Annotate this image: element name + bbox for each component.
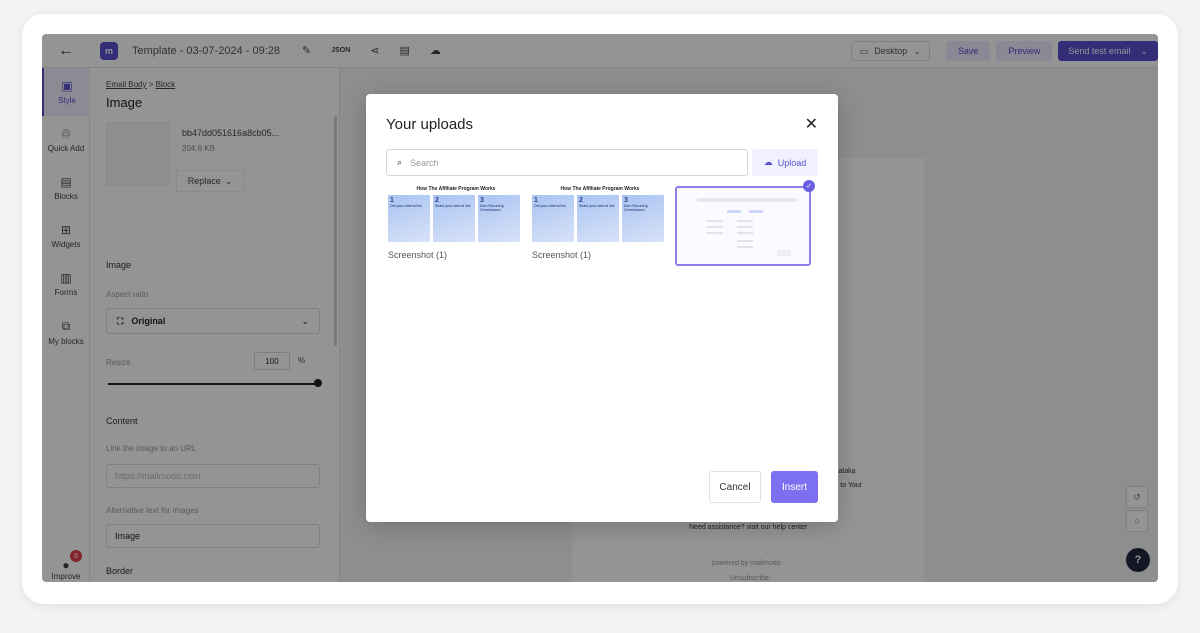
step-text: Earn Recurring Commissions — [624, 204, 648, 213]
step-card: 2 Share your referral link — [433, 195, 475, 242]
step-number: 1 — [534, 197, 538, 204]
thumbnail-cards: 1 Get your referral link 2 Share your refe… — [532, 195, 668, 242]
cancel-button[interactable]: Cancel — [709, 471, 761, 503]
step-text: Get your referral link — [534, 204, 566, 208]
upload-thumbnail[interactable]: How The Affiliate Program Works 1 Get you… — [532, 186, 668, 242]
step-text: Share your referral link — [579, 204, 615, 208]
step-text: Share your referral link — [435, 204, 471, 208]
thumbnail-heading: How The Affiliate Program Works — [560, 186, 640, 192]
step-number: 2 — [435, 197, 439, 204]
upload-button[interactable]: ☁ Upload — [752, 149, 818, 176]
checkmark-icon: ✓ — [803, 180, 815, 192]
step-number: 3 — [480, 197, 484, 204]
step-number: 3 — [624, 197, 628, 204]
step-card: 3 Earn Recurring Commissions — [622, 195, 664, 242]
step-card: 2 Share your referral link — [577, 195, 619, 242]
upload-thumbnail[interactable]: How The Affiliate Program Works 1 Get you… — [388, 186, 524, 242]
thumbnail-heading: How The Affiliate Program Works — [416, 186, 496, 192]
thumbnail-cards: 1 Get your referral link 2 Share your refe… — [388, 195, 524, 242]
step-number: 1 — [390, 197, 394, 204]
screenshot-preview — [697, 198, 797, 256]
upload-caption: Screenshot (1) — [532, 250, 592, 260]
search-field[interactable]: ⌕ — [386, 149, 748, 176]
step-text: Get your referral link — [390, 204, 422, 208]
step-card: 3 Earn Recurring Commissions — [478, 195, 520, 242]
insert-button[interactable]: Insert — [771, 471, 818, 503]
upload-caption: Screenshot (1) — [388, 250, 448, 260]
upload-label: Upload — [777, 157, 807, 168]
step-text: Earn Recurring Commissions — [480, 204, 504, 213]
step-number: 2 — [579, 197, 583, 204]
uploads-modal: Your uploads ✕ ⌕ ☁ Upload How The Affili… — [366, 94, 838, 522]
modal-title: Your uploads — [386, 116, 474, 133]
upload-tile-selected[interactable]: ✓ — [675, 180, 815, 266]
search-input[interactable] — [410, 157, 711, 168]
step-card: 1 Get your referral link — [388, 195, 430, 242]
step-card: 1 Get your referral link — [532, 195, 574, 242]
search-icon: ⌕ — [397, 157, 403, 167]
close-icon[interactable]: ✕ — [805, 114, 818, 134]
cloud-upload-icon: ☁ — [763, 157, 773, 167]
upload-tile[interactable]: How The Affiliate Program Works 1 Get you… — [388, 186, 524, 266]
selected-upload-thumbnail[interactable] — [675, 186, 811, 266]
upload-tile[interactable]: How The Affiliate Program Works 1 Get you… — [532, 186, 668, 266]
